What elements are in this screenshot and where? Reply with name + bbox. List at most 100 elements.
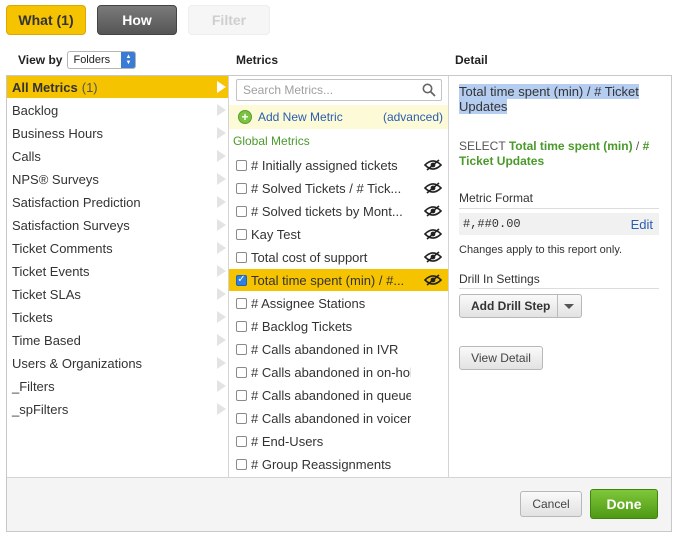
folder-item[interactable]: Business Hours xyxy=(7,122,228,144)
tab-how[interactable]: How xyxy=(97,5,177,35)
add-drill-step-button[interactable]: Add Drill Step xyxy=(459,294,582,318)
metric-label: # End-Users xyxy=(251,433,324,449)
view-detail-button[interactable]: View Detail xyxy=(459,346,543,370)
edit-format-link[interactable]: Edit xyxy=(631,217,653,232)
metric-checkbox[interactable] xyxy=(236,182,247,194)
chevron-right-icon xyxy=(217,219,226,231)
folder-item[interactable]: Tickets xyxy=(7,306,228,328)
metric-label: # Assignee Stations xyxy=(251,295,366,311)
folder-label: Satisfaction Prediction xyxy=(12,194,141,210)
view-by-select[interactable]: Folders ▲ ▼ xyxy=(67,51,137,69)
folder-list: All Metrics (1) Backlog Business Hours Calls… xyxy=(7,76,229,477)
chevron-down-icon[interactable] xyxy=(564,304,574,309)
eye-slash-icon[interactable] xyxy=(424,274,442,286)
metric-picker-panel: All Metrics (1) Backlog Business Hours Calls… xyxy=(6,75,672,532)
search-icon[interactable] xyxy=(422,83,436,97)
chevron-right-icon xyxy=(217,173,226,185)
metric-checkbox[interactable] xyxy=(236,159,247,171)
folder-item[interactable]: Calls xyxy=(7,145,228,167)
folder-item[interactable]: _Filters xyxy=(7,375,228,397)
folder-item[interactable]: Satisfaction Surveys xyxy=(7,214,228,236)
advanced-link[interactable]: (advanced) xyxy=(383,110,443,124)
folder-label: Ticket Events xyxy=(12,263,90,279)
metric-checkbox[interactable] xyxy=(236,389,247,401)
split-divider xyxy=(557,295,558,317)
metric-checkbox[interactable] xyxy=(236,366,247,378)
metric-item[interactable]: Kay Test xyxy=(229,223,448,245)
metric-checkbox[interactable] xyxy=(236,205,247,217)
folder-label: Backlog xyxy=(12,102,59,118)
metric-checkbox[interactable] xyxy=(236,297,247,309)
metric-item[interactable]: # Calls abandoned in voicemail xyxy=(229,407,448,429)
chevron-right-icon xyxy=(217,196,226,208)
metric-item[interactable]: # Backlog Tickets xyxy=(229,315,448,337)
metric-item[interactable]: # Calls abandoned in queue xyxy=(229,384,448,406)
metric-label: # Calls abandoned in on-hold xyxy=(251,364,411,380)
select-arrows-icon: ▲ ▼ xyxy=(121,52,136,68)
metric-title-line2: Updates xyxy=(459,99,508,114)
chevron-right-icon xyxy=(217,288,226,300)
folder-label: _spFilters xyxy=(12,401,69,417)
folder-item[interactable]: Ticket Events xyxy=(7,260,228,282)
add-new-metric-link[interactable]: Add New Metric xyxy=(258,110,343,124)
metric-item[interactable]: # Solved tickets by Mont... xyxy=(229,200,448,222)
chevron-right-icon xyxy=(217,265,226,277)
metric-item[interactable]: # Assignee Stations xyxy=(229,292,448,314)
metric-item[interactable]: # Group Reassignments xyxy=(229,453,448,475)
eye-slash-icon[interactable] xyxy=(424,228,442,240)
eye-slash-icon[interactable] xyxy=(424,182,442,194)
folder-label: Tickets xyxy=(12,309,53,325)
folder-label: All Metrics xyxy=(12,79,78,95)
metric-item[interactable]: # End-Users xyxy=(229,430,448,452)
folder-item[interactable]: Satisfaction Prediction xyxy=(7,191,228,213)
metric-checkbox[interactable] xyxy=(236,251,247,263)
plus-icon[interactable]: + xyxy=(238,110,252,124)
folder-item[interactable]: Backlog xyxy=(7,99,228,121)
metric-item[interactable]: # Initially assigned tickets xyxy=(229,154,448,176)
metric-checkbox[interactable] xyxy=(236,458,247,470)
folder-label: Business Hours xyxy=(12,125,104,141)
metric-item[interactable]: # Solved Tickets / # Tick... xyxy=(229,177,448,199)
folder-item[interactable]: Users & Organizations xyxy=(7,352,228,374)
chevron-right-icon xyxy=(217,81,226,93)
metric-item[interactable]: # Calls abandoned in on-hold xyxy=(229,361,448,383)
folder-item[interactable]: Ticket Comments xyxy=(7,237,228,259)
metric-item[interactable]: Total cost of support xyxy=(229,246,448,268)
folder-item[interactable]: All Metrics (1) xyxy=(7,76,228,98)
metric-checkbox[interactable] xyxy=(236,343,247,355)
metric-label: Total time spent (min) / #... xyxy=(251,272,405,288)
metric-label: Kay Test xyxy=(251,226,301,242)
metric-title: Total time spent (min) / # Ticket Update… xyxy=(459,84,659,114)
metric-checkbox[interactable] xyxy=(236,412,247,424)
folder-item[interactable]: NPS® Surveys xyxy=(7,168,228,190)
metrics-header: Metrics xyxy=(236,53,279,67)
metric-title-line1: Total time spent (min) / # Ticket xyxy=(459,84,639,99)
chevron-right-icon xyxy=(217,380,226,392)
folder-label: Ticket Comments xyxy=(12,240,113,256)
metric-label: # Calls abandoned in queue xyxy=(251,387,411,403)
metric-label: # Solved tickets by Mont... xyxy=(251,203,403,219)
folder-item[interactable]: Ticket SLAs xyxy=(7,283,228,305)
search-input[interactable] xyxy=(237,80,417,100)
view-by-value: Folders xyxy=(73,54,111,66)
folder-item[interactable]: Time Based xyxy=(7,329,228,351)
view-by-label: View by xyxy=(18,53,63,67)
metric-checkbox[interactable] xyxy=(236,228,247,240)
chevron-right-icon xyxy=(217,357,226,369)
tab-what[interactable]: What (1) xyxy=(6,5,86,35)
metric-checkbox[interactable] xyxy=(236,320,247,332)
metric-label: # Calls abandoned in IVR xyxy=(251,341,399,357)
metric-item[interactable]: ✓ Total time spent (min) / #... xyxy=(229,269,448,291)
done-button[interactable]: Done xyxy=(590,489,658,519)
metric-label: # Solved Tickets / # Tick... xyxy=(251,180,402,196)
folder-item[interactable]: _spFilters xyxy=(7,398,228,420)
eye-slash-icon[interactable] xyxy=(424,251,442,263)
metric-item[interactable]: # Calls abandoned in IVR xyxy=(229,338,448,360)
eye-slash-icon[interactable] xyxy=(424,205,442,217)
metric-checkbox[interactable] xyxy=(236,435,247,447)
metric-checkbox[interactable]: ✓ xyxy=(236,274,247,286)
cancel-button[interactable]: Cancel xyxy=(520,491,582,517)
eye-slash-icon[interactable] xyxy=(424,159,442,171)
add-new-metric-row: + Add New Metric (advanced) xyxy=(229,105,448,129)
metric-format-label: Metric Format xyxy=(459,191,534,205)
